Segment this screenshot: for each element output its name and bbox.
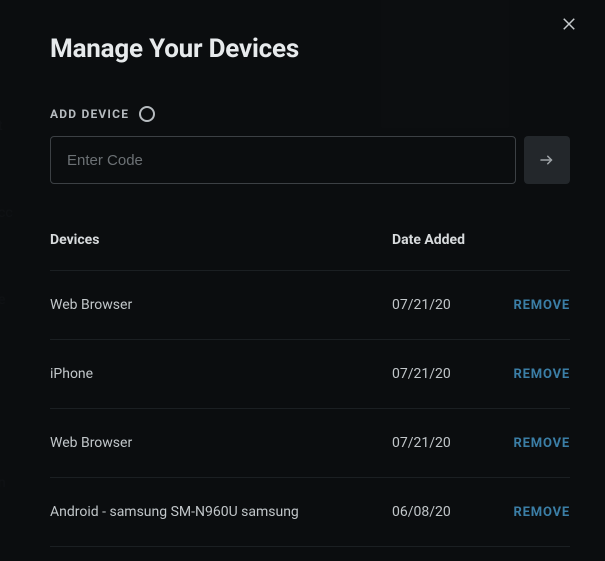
modal-overlay: Manage Your Devices ADD DEVICE Devices D… — [0, 0, 605, 561]
device-name: iPhone — [50, 366, 392, 382]
device-name: Web Browser — [50, 297, 392, 313]
device-date: 06/08/20 — [392, 504, 500, 520]
header-devices: Devices — [50, 232, 392, 248]
arrow-right-icon — [538, 151, 556, 169]
add-device-label: ADD DEVICE — [50, 107, 129, 121]
device-name: Android - samsung SM-N960U samsung — [50, 504, 392, 520]
table-row: Android - samsung SM-N960U samsung 06/08… — [50, 478, 570, 547]
device-name: Web Browser — [50, 435, 392, 451]
remove-button[interactable]: REMOVE — [514, 436, 570, 451]
device-code-input[interactable] — [50, 136, 516, 184]
table-row: Web Browser 07/21/20 REMOVE — [50, 271, 570, 340]
header-date-added: Date Added — [392, 232, 500, 248]
device-date: 07/21/20 — [392, 435, 500, 451]
table-row: Web Browser 07/21/20 REMOVE — [50, 409, 570, 478]
close-icon — [560, 15, 578, 33]
add-device-row: ADD DEVICE — [50, 106, 570, 122]
header-action — [500, 232, 570, 248]
submit-code-button[interactable] — [524, 136, 570, 184]
table-row: iPhone 07/21/20 REMOVE — [50, 340, 570, 409]
remove-button[interactable]: REMOVE — [514, 505, 570, 520]
code-entry-row — [50, 136, 570, 184]
manage-devices-modal: Manage Your Devices ADD DEVICE Devices D… — [50, 34, 570, 547]
remove-button[interactable]: REMOVE — [514, 367, 570, 382]
devices-table: Devices Date Added Web Browser 07/21/20 … — [50, 232, 570, 547]
modal-title: Manage Your Devices — [50, 34, 570, 64]
table-header: Devices Date Added — [50, 232, 570, 271]
add-device-radio[interactable] — [139, 106, 155, 122]
device-date: 07/21/20 — [392, 297, 500, 313]
remove-button[interactable]: REMOVE — [514, 298, 570, 313]
device-date: 07/21/20 — [392, 366, 500, 382]
